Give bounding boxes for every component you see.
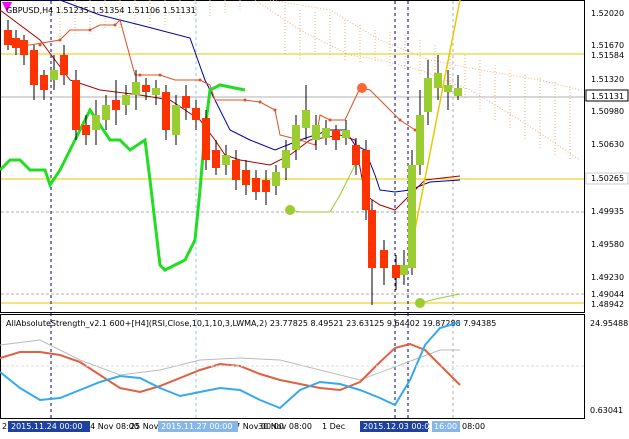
time-label: 1 Dec [322, 422, 345, 431]
bear-candle [162, 92, 170, 130]
time-label: 08:00 [462, 422, 485, 431]
bull-candle [342, 130, 350, 138]
signal-dot [357, 83, 367, 93]
bear-candle [352, 145, 360, 165]
bull-candle [416, 115, 424, 165]
indicator-header: AllAbsoluteStrength_v2.1 600+[H4](RSI,Cl… [6, 319, 496, 328]
bear-candle [60, 55, 68, 75]
price-label: 1.48942 [591, 300, 624, 309]
time-highlight-label: 2015.11.24 00:00 [11, 422, 82, 431]
time-label: 30 Nov 08:00 [258, 422, 312, 431]
price-label: 1.50630 [591, 140, 624, 149]
bull-candle [400, 265, 408, 275]
time-highlight-label: 2015.12.03 00:00 [363, 422, 434, 431]
bear-candle [212, 150, 220, 168]
bull-candle [322, 128, 330, 138]
price-label: 1.50265 [591, 174, 624, 183]
bull-candle [454, 88, 462, 96]
bear-candle [232, 160, 240, 180]
bull-candle [434, 73, 442, 88]
bear-candle [4, 30, 12, 45]
bear-candle [20, 40, 28, 55]
chart-header: GBPUSD,H4 1.51235 1.51354 1.51106 1.5113… [6, 6, 196, 15]
bull-candle [132, 82, 140, 95]
bull-candle [102, 105, 110, 120]
time-label: 25 Nov [130, 422, 159, 431]
bear-candle [82, 125, 90, 135]
bear-candle [368, 210, 376, 268]
price-label: 1.49230 [591, 273, 624, 282]
time-highlight-label: 2015.11.27 00:00 [161, 422, 232, 431]
bear-candle [262, 180, 270, 192]
bull-candle [444, 85, 452, 92]
main-chart-frame [0, 0, 585, 313]
current-price-label: 1.51131 [591, 92, 624, 101]
bull-candle [292, 125, 300, 150]
bear-candle [242, 170, 250, 185]
indicator-axis-top: 24.95488 [590, 319, 628, 328]
bull-candle [122, 95, 130, 105]
bull-candle [50, 70, 58, 80]
lime-dot-2 [415, 298, 425, 308]
bull-candle [172, 105, 180, 135]
bear-candle [142, 85, 150, 92]
bull-candle [424, 78, 432, 112]
bull-candle [282, 150, 290, 168]
price-axis: 1.52020 1.51670 1.51584 1.51320 1.51131 … [585, 9, 629, 309]
bull-candle [312, 125, 320, 140]
price-label: 1.51584 [591, 51, 624, 60]
bull-candle [152, 88, 160, 95]
bear-candle [112, 100, 120, 110]
lime-dot [285, 205, 295, 215]
bear-candle [192, 108, 200, 120]
price-label: 1.50980 [591, 107, 624, 116]
bear-candle [202, 118, 210, 160]
bear-candle [72, 80, 80, 130]
price-chart[interactable]: 1.52020 1.51670 1.51584 1.51320 1.51131 … [0, 0, 629, 435]
price-label: 1.52020 [591, 9, 624, 18]
chart-window: 1.52020 1.51670 1.51584 1.51320 1.51131 … [0, 0, 629, 435]
bull-candle [302, 110, 310, 128]
bear-candle [252, 178, 260, 192]
price-label: 1.49044 [591, 290, 624, 299]
price-label: 1.49935 [591, 207, 624, 216]
price-label: 1.51320 [591, 75, 624, 84]
bear-candle [12, 38, 20, 48]
bear-candle [362, 150, 370, 210]
time-axis: 23 24 Nov 08:00 25 Nov 27 Nov 00:00 30 N… [2, 421, 485, 432]
bear-candle [380, 250, 388, 268]
price-label: 1.49580 [591, 240, 624, 249]
bear-candle [40, 75, 48, 90]
bull-candle [222, 155, 230, 165]
time-highlight-label: 16:00 [434, 422, 457, 431]
bear-candle [182, 96, 190, 108]
bear-candle [332, 130, 340, 140]
price-label: 1.51670 [591, 41, 624, 50]
bear-candle [392, 265, 400, 278]
indicator-axis-bottom: 0.63041 [590, 406, 623, 415]
bull-candle [92, 115, 100, 130]
bull-candle [408, 165, 416, 268]
bull-candle [272, 172, 280, 186]
bear-candle [30, 50, 38, 85]
